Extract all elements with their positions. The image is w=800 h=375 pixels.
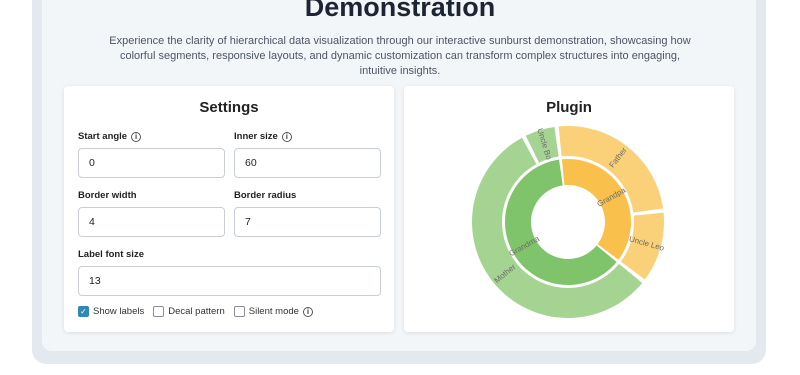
silent-mode-checkbox[interactable]: Silent mode i [233, 306, 313, 317]
checkbox-icon[interactable] [153, 306, 165, 317]
border-radius-label-text: Border radius [234, 190, 297, 201]
silent-mode-text: Silent mode [248, 306, 299, 317]
label-font-size-label-text: Label font size [78, 249, 144, 260]
label-font-size-input[interactable]: 13 [78, 266, 381, 296]
inner-size-label-text: Inner size [234, 131, 278, 142]
settings-panel: Settings Start angle i 0 Inner size i 60… [64, 86, 394, 332]
checkbox-checked-icon[interactable]: ✓ [78, 306, 89, 317]
start-angle-input[interactable]: 0 [78, 148, 225, 178]
border-radius-label: Border radius [234, 190, 296, 201]
inner-size-input[interactable]: 60 [234, 148, 381, 178]
page-subtitle: Experience the clarity of hierarchical d… [109, 35, 691, 77]
border-width-label-text: Border width [78, 190, 137, 201]
options-row: ✓ Show labels Decal pattern Silent mode … [78, 306, 322, 317]
inner-size-label: Inner size i [234, 131, 292, 142]
start-angle-label-text: Start angle [78, 131, 128, 142]
settings-title: Settings [199, 99, 259, 116]
decal-pattern-text: Decal pattern [168, 306, 225, 317]
decal-pattern-checkbox[interactable]: Decal pattern [153, 306, 225, 317]
border-radius-input[interactable]: 7 [234, 207, 381, 237]
page-title: Demonstration [304, 0, 496, 22]
start-angle-label: Start angle i [78, 131, 142, 142]
info-icon[interactable]: i [281, 131, 292, 142]
label-font-size-label: Label font size [78, 249, 144, 260]
show-labels-checkbox[interactable]: ✓ Show labels [78, 306, 144, 317]
border-width-label: Border width [78, 190, 137, 201]
sunburst-chart[interactable]: GrandpaFatherUncle LeoGrandmaMotherUncle… [404, 86, 734, 332]
info-icon[interactable]: i [131, 131, 142, 142]
checkbox-icon[interactable] [233, 306, 245, 317]
border-width-input[interactable]: 4 [78, 207, 225, 237]
info-icon[interactable]: i [302, 306, 313, 317]
show-labels-text: Show labels [93, 306, 145, 317]
plugin-panel: Plugin Grandpa Father Uncle Leo Grandma Moth… [404, 86, 734, 332]
